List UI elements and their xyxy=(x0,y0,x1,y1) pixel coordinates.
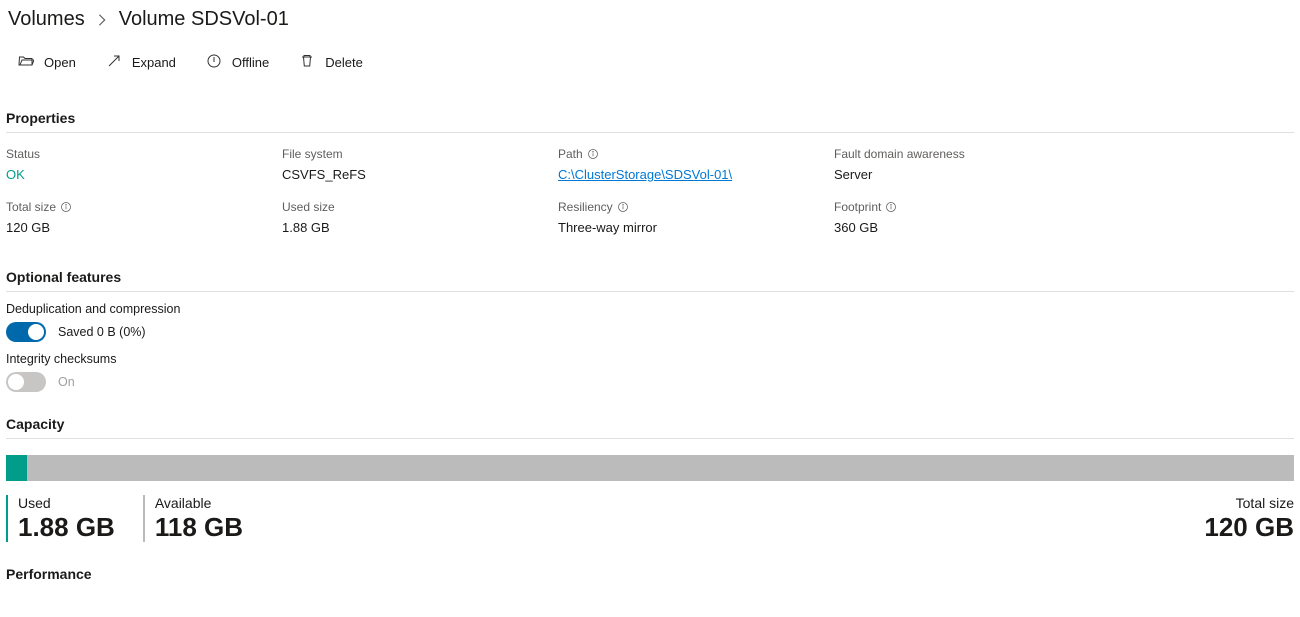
path-link[interactable]: C:\ClusterStorage\SDSVol-01\ xyxy=(558,167,732,182)
expand-icon xyxy=(106,53,122,72)
filesystem-value: CSVFS_ReFS xyxy=(282,167,534,182)
path-value[interactable]: C:\ClusterStorage\SDSVol-01\ xyxy=(558,167,810,182)
expand-button[interactable]: Expand xyxy=(106,53,176,72)
section-optional: Optional features xyxy=(6,255,1294,292)
dedup-label: Deduplication and compression xyxy=(6,302,1294,316)
prop-path: Path C:\ClusterStorage\SDSVol-01\ xyxy=(558,147,810,182)
total-size-label-text: Total size xyxy=(6,200,56,214)
integrity-label: Integrity checksums xyxy=(6,352,1294,366)
total-size-label: Total size xyxy=(6,200,258,214)
used-size-value: 1.88 GB xyxy=(282,220,534,235)
capacity-bar xyxy=(6,455,1294,481)
capacity-available: Available 118 GB xyxy=(143,495,243,542)
toolbar: Open Expand Offline Delete xyxy=(6,35,1294,86)
delete-label: Delete xyxy=(325,55,363,70)
breadcrumb-root[interactable]: Volumes xyxy=(8,8,85,31)
capacity-available-label: Available xyxy=(155,495,243,511)
info-icon xyxy=(587,148,599,160)
filesystem-label: File system xyxy=(282,147,534,161)
footprint-label: Footprint xyxy=(834,200,1086,214)
integrity-row: Integrity checksums On xyxy=(6,342,1294,392)
integrity-toggle xyxy=(6,372,46,392)
open-label: Open xyxy=(44,55,76,70)
section-capacity: Capacity xyxy=(6,402,1294,439)
capacity-stats: Used 1.88 GB Available 118 GB Total size… xyxy=(6,481,1294,542)
used-size-label: Used size xyxy=(282,200,534,214)
prop-fault-domain: Fault domain awareness Server xyxy=(834,147,1086,182)
properties-grid: Status OK File system CSVFS_ReFS Path C:… xyxy=(6,133,1086,245)
capacity-used: Used 1.88 GB xyxy=(6,495,115,542)
fault-domain-label: Fault domain awareness xyxy=(834,147,1086,161)
chevron-right-icon xyxy=(95,13,109,27)
status-label: Status xyxy=(6,147,258,161)
resiliency-label-text: Resiliency xyxy=(558,200,613,214)
info-icon xyxy=(617,201,629,213)
prop-resiliency: Resiliency Three-way mirror xyxy=(558,200,810,235)
prop-filesystem: File system CSVFS_ReFS xyxy=(282,147,534,182)
footprint-value: 360 GB xyxy=(834,220,1086,235)
delete-button[interactable]: Delete xyxy=(299,53,363,72)
expand-label: Expand xyxy=(132,55,176,70)
offline-icon xyxy=(206,53,222,72)
capacity-used-label: Used xyxy=(18,495,115,511)
resiliency-value: Three-way mirror xyxy=(558,220,810,235)
trash-icon xyxy=(299,53,315,72)
offline-label: Offline xyxy=(232,55,269,70)
prop-footprint: Footprint 360 GB xyxy=(834,200,1086,235)
info-icon xyxy=(60,201,72,213)
dedup-toggle[interactable] xyxy=(6,322,46,342)
open-button[interactable]: Open xyxy=(18,53,76,72)
capacity-bar-used xyxy=(6,455,27,481)
section-properties: Properties xyxy=(6,96,1294,133)
resiliency-label: Resiliency xyxy=(558,200,810,214)
fault-domain-value: Server xyxy=(834,167,1086,182)
capacity-total-label: Total size xyxy=(1204,495,1294,511)
status-value: OK xyxy=(6,167,258,182)
folder-open-icon xyxy=(18,53,34,72)
footprint-label-text: Footprint xyxy=(834,200,881,214)
path-label-text: Path xyxy=(558,147,583,161)
prop-used-size: Used size 1.88 GB xyxy=(282,200,534,235)
prop-total-size: Total size 120 GB xyxy=(6,200,258,235)
capacity-total-value: 120 GB xyxy=(1204,513,1294,542)
prop-status: Status OK xyxy=(6,147,258,182)
section-performance: Performance xyxy=(6,552,1294,588)
offline-button[interactable]: Offline xyxy=(206,53,269,72)
capacity-available-value: 118 GB xyxy=(155,513,243,542)
info-icon xyxy=(885,201,897,213)
breadcrumb-current: Volume SDSVol-01 xyxy=(119,8,289,31)
path-label: Path xyxy=(558,147,810,161)
dedup-row: Deduplication and compression Saved 0 B … xyxy=(6,292,1294,342)
capacity-used-value: 1.88 GB xyxy=(18,513,115,542)
integrity-status: On xyxy=(58,375,75,389)
capacity-total: Total size 120 GB xyxy=(1204,495,1294,542)
total-size-value: 120 GB xyxy=(6,220,258,235)
breadcrumb: Volumes Volume SDSVol-01 xyxy=(6,6,1294,35)
dedup-status: Saved 0 B (0%) xyxy=(58,325,146,339)
